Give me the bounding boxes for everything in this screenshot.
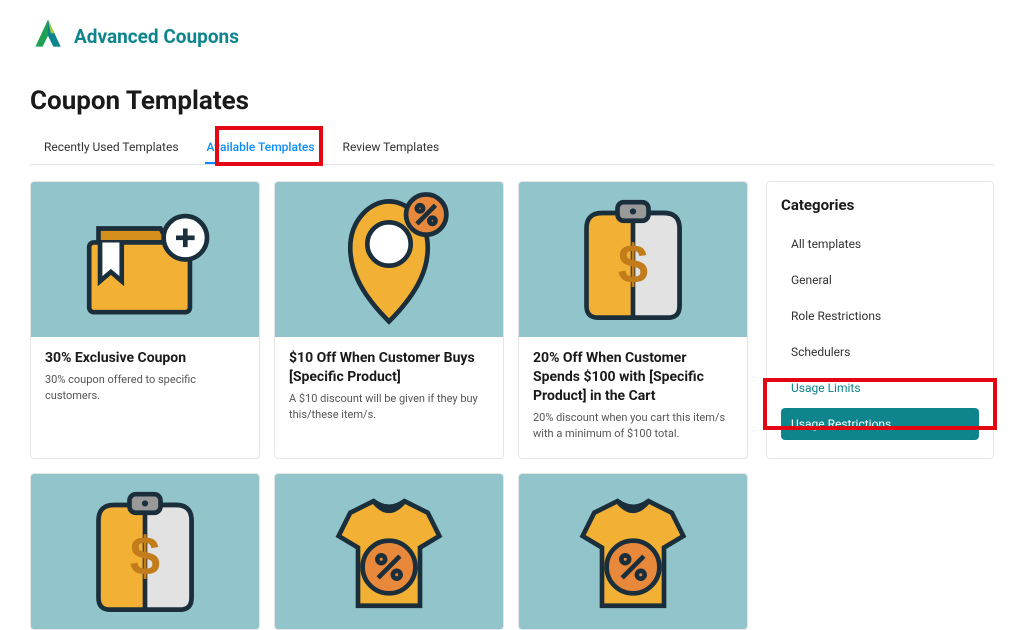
header: Advanced Coupons [30, 0, 994, 72]
template-image [275, 474, 503, 629]
template-desc: A $10 discount will be given if they buy… [289, 391, 489, 423]
category-usage-restrictions[interactable]: Usage Restrictions [781, 408, 979, 440]
category-general[interactable]: General [781, 264, 979, 296]
template-title: 20% Off When Customer Spends $100 with [… [533, 349, 733, 406]
logo-icon [30, 16, 66, 56]
template-image [31, 182, 259, 337]
page-title: Coupon Templates [30, 86, 994, 116]
sidebar-title: Categories [781, 196, 979, 214]
template-title: $10 Off When Customer Buys [Specific Pro… [289, 349, 489, 387]
template-card[interactable]: $ [30, 473, 260, 630]
tab-recently-used[interactable]: Recently Used Templates [30, 130, 193, 164]
content: 30% Exclusive Coupon 30% coupon offered … [30, 181, 994, 630]
template-desc: 20% discount when you cart this item/s w… [533, 410, 733, 442]
tabs: Recently Used Templates Available Templa… [30, 130, 994, 165]
template-image: $ [519, 182, 747, 337]
template-image: $ [31, 474, 259, 629]
template-body: 20% Off When Customer Spends $100 with [… [519, 337, 747, 458]
category-role-restrictions[interactable]: Role Restrictions [781, 300, 979, 332]
template-desc: 30% coupon offered to specific customers… [45, 372, 245, 404]
template-image [275, 182, 503, 337]
logo-text: Advanced Coupons [74, 25, 239, 48]
template-card[interactable]: 30% Exclusive Coupon 30% coupon offered … [30, 181, 260, 459]
tab-review[interactable]: Review Templates [329, 130, 454, 164]
template-body: 30% Exclusive Coupon 30% coupon offered … [31, 337, 259, 420]
template-card[interactable]: $10 Off When Customer Buys [Specific Pro… [274, 181, 504, 459]
template-title: 30% Exclusive Coupon [45, 349, 245, 368]
template-body: $10 Off When Customer Buys [Specific Pro… [275, 337, 503, 439]
template-card[interactable] [274, 473, 504, 630]
template-card[interactable] [518, 473, 748, 630]
category-schedulers[interactable]: Schedulers [781, 336, 979, 368]
category-usage-limits[interactable]: Usage Limits [781, 372, 979, 404]
categories-sidebar: Categories All templates General Role Re… [766, 181, 994, 459]
template-cards: 30% Exclusive Coupon 30% coupon offered … [30, 181, 748, 630]
template-image [519, 474, 747, 629]
svg-text:$: $ [130, 526, 160, 586]
svg-text:$: $ [618, 235, 648, 295]
category-all[interactable]: All templates [781, 228, 979, 260]
template-card[interactable]: $ 20% Off When Customer Spends $100 with… [518, 181, 748, 459]
logo[interactable]: Advanced Coupons [30, 16, 994, 56]
tab-available[interactable]: Available Templates [193, 130, 329, 164]
